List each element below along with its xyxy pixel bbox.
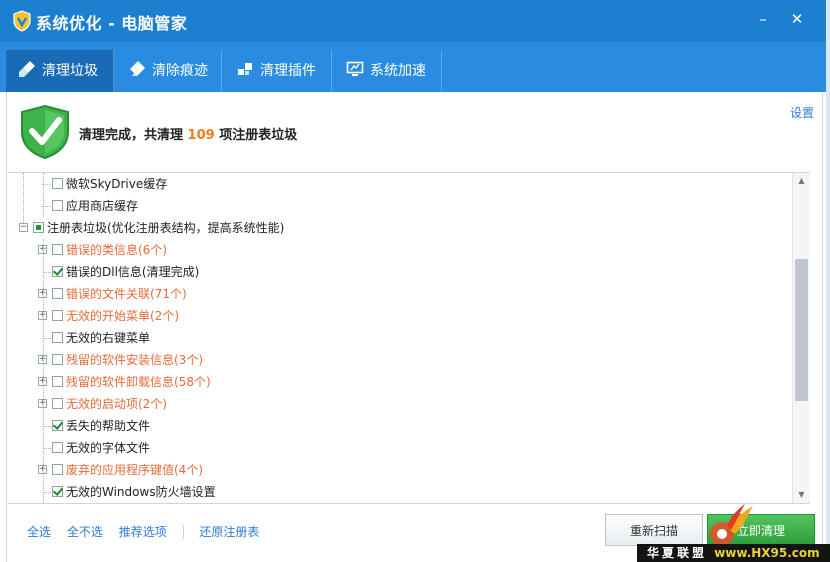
- tree-item-label: 无效的启动项(2个): [66, 397, 167, 411]
- tree-item-label: 无效的右键菜单: [66, 331, 151, 345]
- tab-label: 清理插件: [260, 63, 316, 79]
- item-checkbox[interactable]: [52, 354, 63, 365]
- tree-guide-line: [43, 173, 44, 217]
- scroll-down-arrow-icon[interactable]: ▼: [793, 487, 810, 503]
- status-count: 109: [187, 128, 215, 143]
- content-panel: 设置 清理完成，共清理 109 项注册表垃圾 微软SkyDrive缓存 应用商店缓…: [6, 92, 823, 562]
- tree-connector: [43, 272, 51, 273]
- tree-row[interactable]: + 无效的启动项(2个): [8, 393, 788, 415]
- green-check-shield-icon: [21, 104, 69, 160]
- tree-item-label: 注册表垃圾(优化注册表结构，提高系统性能): [47, 221, 285, 235]
- watermark-flame-logo-icon: [710, 504, 753, 546]
- collapse-toggle-icon[interactable]: −: [19, 223, 28, 232]
- tree-item-label: 残留的软件安装信息(3个): [66, 353, 203, 367]
- tree-item-label: 丢失的帮助文件: [66, 419, 151, 433]
- tree-item-label: 错误的文件关联(71个): [66, 287, 187, 301]
- recommended-link[interactable]: 推荐选项: [119, 525, 167, 539]
- tree-row[interactable]: 错误的Dll信息(清理完成): [8, 261, 788, 283]
- item-checkbox[interactable]: [52, 464, 63, 475]
- tree-row[interactable]: + 错误的类信息(6个): [8, 239, 788, 261]
- tree-connector: [43, 338, 51, 339]
- tree-row[interactable]: + 错误的文件关联(71个): [8, 283, 788, 305]
- tab-label: 系统加速: [370, 63, 426, 79]
- status-suffix: 项注册表垃圾: [214, 128, 298, 143]
- tree-row[interactable]: + 废弃的应用程序键值(4个): [8, 459, 788, 481]
- watermark-text: 华夏联盟: [647, 546, 708, 560]
- scroll-up-arrow-icon[interactable]: ▲: [793, 173, 810, 189]
- tree-row[interactable]: 丢失的帮助文件: [8, 415, 788, 437]
- settings-link[interactable]: 设置: [790, 104, 814, 121]
- eraser-icon: [130, 61, 145, 76]
- minimize-button[interactable]: –: [752, 8, 774, 30]
- tab-system-speedup[interactable]: 系统加速: [332, 50, 442, 92]
- app-window: 系统优化 - 电脑管家 – ✕ 清理垃圾 清除痕迹 清理插件 系统加速 设置 清…: [0, 0, 826, 562]
- tree-row[interactable]: + 残留的软件卸载信息(58个): [8, 371, 788, 393]
- tree-row[interactable]: 无效的字体文件: [8, 437, 788, 459]
- tab-clear-traces[interactable]: 清除痕迹: [114, 50, 222, 92]
- tree-item-label: 错误的类信息(6个): [66, 243, 167, 257]
- tree-item-label: 应用商店缓存: [66, 199, 139, 213]
- tree-item-label: 无效的Windows防火墙设置: [66, 485, 216, 499]
- footer-links: 全选 全不选 推荐选项 还原注册表: [27, 523, 271, 540]
- tree-item-label: 无效的开始菜单(2个): [66, 309, 179, 323]
- tree-item-label: 残留的软件卸载信息(58个): [66, 375, 211, 389]
- tree-row[interactable]: − 注册表垃圾(优化注册表结构，提高系统性能): [8, 217, 788, 239]
- tab-label: 清理垃圾: [42, 63, 98, 79]
- tree-connector: [43, 492, 51, 493]
- tree-connector: [43, 448, 51, 449]
- watermark-banner: 华夏联盟 www.HX95.com: [637, 544, 830, 562]
- tree-item-label: 微软SkyDrive缓存: [66, 177, 168, 191]
- broom-icon: [19, 61, 35, 77]
- footer-divider: [182, 525, 184, 539]
- tree-item-label: 废弃的应用程序键值(4个): [66, 463, 203, 477]
- status-prefix: 清理完成，共清理: [79, 128, 188, 143]
- item-checkbox[interactable]: [52, 288, 63, 299]
- select-all-link[interactable]: 全选: [27, 525, 51, 539]
- select-none-link[interactable]: 全不选: [67, 525, 103, 539]
- scroll-thumb[interactable]: [795, 259, 808, 402]
- tab-bar: 清理垃圾 清除痕迹 清理插件 系统加速: [0, 42, 826, 92]
- item-checkbox[interactable]: [52, 178, 63, 189]
- status-message: 清理完成，共清理 109 项注册表垃圾: [79, 124, 297, 143]
- tencent-shield-logo-icon: [13, 10, 31, 32]
- junk-tree: 微软SkyDrive缓存 应用商店缓存 − 注册表垃圾(优化注册表结构，提高系统性能)…: [8, 172, 810, 504]
- close-button[interactable]: ✕: [786, 8, 808, 30]
- tab-clean-plugins[interactable]: 清理插件: [222, 50, 332, 92]
- item-checkbox[interactable]: [52, 310, 63, 321]
- item-checkbox[interactable]: [52, 266, 63, 277]
- tree-item-label: 无效的字体文件: [66, 441, 151, 455]
- restore-registry-link[interactable]: 还原注册表: [199, 525, 259, 539]
- item-checkbox[interactable]: [52, 244, 63, 255]
- tree-item-label: 错误的Dll信息(清理完成): [66, 265, 200, 279]
- item-checkbox[interactable]: [52, 442, 63, 453]
- tree-row[interactable]: + 无效的开始菜单(2个): [8, 305, 788, 327]
- tab-label: 清除痕迹: [152, 63, 208, 79]
- item-checkbox[interactable]: [52, 486, 63, 497]
- tree-row[interactable]: 无效的Windows防火墙设置: [8, 481, 788, 503]
- tree-row[interactable]: 无效的右键菜单: [8, 327, 788, 349]
- tree-row[interactable]: 应用商店缓存: [8, 195, 788, 217]
- window-title: 系统优化 - 电脑管家: [36, 14, 188, 33]
- tab-clean-junk[interactable]: 清理垃圾: [6, 50, 114, 92]
- item-checkbox[interactable]: [52, 200, 63, 211]
- title-bar[interactable]: 系统优化 - 电脑管家 – ✕: [0, 0, 826, 42]
- rescan-button[interactable]: 重新扫描: [605, 514, 703, 546]
- item-checkbox[interactable]: [33, 222, 44, 233]
- tree-connector: [43, 426, 51, 427]
- item-checkbox[interactable]: [52, 420, 63, 431]
- tree-guide-line: [23, 173, 24, 223]
- tree-guide-line: [43, 239, 44, 503]
- plugin-icon: [238, 63, 252, 75]
- item-checkbox[interactable]: [52, 376, 63, 387]
- tree-row[interactable]: 微软SkyDrive缓存: [8, 173, 788, 195]
- tree-scrollbar[interactable]: ▲ ▼: [792, 173, 810, 503]
- monitor-icon: [346, 61, 364, 76]
- item-checkbox[interactable]: [52, 398, 63, 409]
- watermark-site: www.HX95.com: [714, 546, 820, 560]
- item-checkbox[interactable]: [52, 332, 63, 343]
- tree-row[interactable]: + 残留的软件安装信息(3个): [8, 349, 788, 371]
